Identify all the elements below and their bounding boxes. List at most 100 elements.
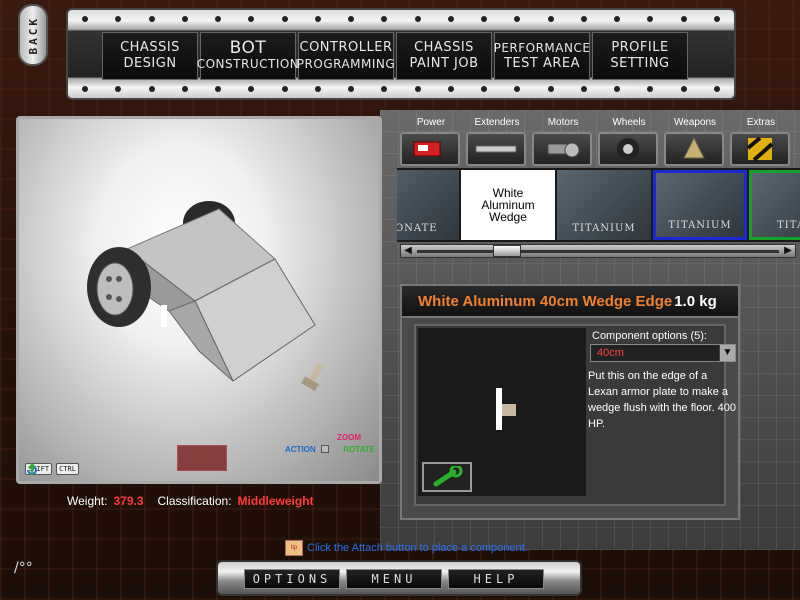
component-options-label: Component options (5):: [592, 330, 707, 342]
bottom-buttons: OPTIONS MENU HELP: [244, 569, 544, 589]
classification-label: Classification:: [157, 494, 232, 508]
component-carousel: BONATE White Aluminum Wedge TITANIUM TIT…: [397, 168, 800, 242]
category-power[interactable]: Power: [400, 116, 462, 166]
ctrl-key: CTRL: [56, 463, 79, 475]
category-label: Motors: [547, 117, 579, 128]
component-categories: Power Extenders Motors Wheels Weapons Ex…: [400, 116, 792, 166]
classification-value: Middleweight: [237, 494, 314, 508]
carousel-scrollbar[interactable]: ◀ ▶: [400, 244, 796, 258]
nav-label-line1: CONTROLLER: [299, 40, 393, 55]
component-card-label: White Aluminum Wedge: [481, 186, 535, 224]
zoom-label: ZOOM: [337, 433, 361, 442]
scroll-right-icon[interactable]: ▶: [781, 245, 795, 257]
menu-button[interactable]: MENU: [346, 569, 442, 589]
component-title: White Aluminum 40cm Wedge Edge: [418, 292, 673, 310]
component-preview: [418, 328, 586, 496]
selected-option: 40cm: [597, 347, 624, 359]
nav-label-line1: PERFORMANCE: [493, 41, 591, 55]
help-button[interactable]: HELP: [448, 569, 544, 589]
scroll-left-icon[interactable]: ◀: [401, 245, 415, 257]
category-label: Extenders: [474, 117, 520, 128]
wheel-hub: [96, 262, 134, 316]
weight-value: 379.3: [113, 494, 144, 508]
nav-label-line1: CHASSIS: [120, 40, 180, 55]
move-vertical-icon[interactable]: [25, 463, 39, 477]
battery-icon: [400, 132, 460, 166]
nav-label-line2: PROGRAMMING: [296, 57, 396, 71]
component-weight: 1.0 kg: [674, 292, 717, 310]
robot-3d-viewport[interactable]: SHIFT CTRL ZOOM ACTION ROTATE: [16, 116, 382, 484]
category-label: Power: [416, 117, 446, 128]
rotate-label: ROTATE: [343, 445, 375, 454]
nav-frame-pegs: [82, 16, 720, 22]
category-extenders[interactable]: Extenders: [466, 116, 528, 166]
tip-icon: tip: [285, 540, 303, 556]
stats-row: Weight: 379.3 Classification: Middleweig…: [67, 494, 322, 508]
view-knob[interactable]: [321, 445, 329, 453]
component-card-label: TITANIUM: [572, 223, 636, 234]
extender-bar-icon: [466, 132, 526, 166]
nav-label-line1: CHASSIS: [414, 40, 474, 55]
nav-chassis-paint-job[interactable]: CHASSIS PAINT JOB: [396, 32, 492, 80]
wheel-icon: [598, 132, 658, 166]
nav-label-line2: SETTING: [610, 56, 670, 71]
attach-button[interactable]: [422, 462, 472, 492]
corner-logo-icon: /°°: [14, 560, 33, 576]
nav-bot-construction[interactable]: BOT CONSTRUCTION: [197, 32, 299, 80]
component-card-label: TITAN: [777, 220, 800, 231]
category-motors[interactable]: Motors: [532, 116, 594, 166]
options-button[interactable]: OPTIONS: [244, 569, 340, 589]
white-bar: [161, 305, 167, 327]
component-card[interactable]: TITANIUM: [653, 170, 747, 240]
nav-label-line1: PROFILE: [611, 40, 669, 55]
nav-frame-pegs: [82, 86, 720, 92]
component-card[interactable]: BONATE: [397, 170, 459, 240]
component-card-label: TITANIUM: [668, 220, 732, 231]
category-label: Wheels: [612, 117, 646, 128]
top-navigation: CHASSIS DESIGN BOT CONSTRUCTION CONTROLL…: [66, 8, 736, 100]
category-label: Extras: [746, 117, 776, 128]
nav-performance-test-area[interactable]: PERFORMANCE TEST AREA: [494, 32, 590, 80]
component-card-label: BONATE: [397, 223, 438, 234]
nav-label-line1: BOT: [229, 38, 267, 58]
nav-profile-setting[interactable]: PROFILE SETTING: [592, 32, 688, 80]
viewport-controls: SHIFT CTRL: [25, 463, 79, 475]
component-description: Put this on the edge of a Lexan armor pl…: [588, 370, 736, 430]
nav-label-line2: TEST AREA: [503, 56, 580, 71]
nav-row: CHASSIS DESIGN BOT CONSTRUCTION CONTROLL…: [102, 32, 688, 80]
nav-label-line2: CONSTRUCTION: [196, 57, 300, 71]
hint-text: Click the Attach button to place a compo…: [307, 542, 528, 554]
nav-label-line2: PAINT JOB: [409, 56, 479, 71]
tool-thumbnail[interactable]: [177, 445, 227, 471]
hazard-stripe-icon: [730, 132, 790, 166]
scroll-track: [417, 250, 779, 253]
wrench-icon: [433, 466, 463, 487]
component-card[interactable]: TITANIUM: [557, 170, 651, 240]
component-options-select[interactable]: 40cm ▼: [590, 344, 736, 362]
detail-body: Component options (5): 40cm ▼ Put this o…: [414, 324, 736, 506]
weapon-icon: [664, 132, 724, 166]
detail-header: White Aluminum 40cm Wedge Edge 1.0 kg: [402, 286, 738, 318]
nav-chassis-design[interactable]: CHASSIS DESIGN: [102, 32, 198, 80]
floating-component: [301, 363, 324, 392]
bottom-bar: OPTIONS MENU HELP: [216, 560, 582, 596]
motor-icon: [532, 132, 592, 166]
hint-bar: tip Click the Attach button to place a c…: [285, 540, 528, 556]
category-wheels[interactable]: Wheels: [598, 116, 660, 166]
category-label: Weapons: [673, 117, 717, 128]
component-card-selected[interactable]: White Aluminum Wedge: [461, 170, 555, 240]
back-button[interactable]: BACK: [18, 4, 48, 66]
robot-model: [87, 201, 324, 392]
nav-controller-programming[interactable]: CONTROLLER PROGRAMMING: [296, 32, 396, 80]
nav-label-line2: DESIGN: [123, 56, 177, 71]
action-label: ACTION: [285, 445, 316, 454]
scroll-thumb[interactable]: [493, 245, 521, 257]
dropdown-arrow-icon[interactable]: ▼: [719, 345, 735, 361]
category-weapons[interactable]: Weapons: [664, 116, 726, 166]
back-label: BACK: [26, 15, 40, 55]
zoom-rotate-controls: ZOOM ACTION ROTATE: [285, 433, 375, 469]
component-card[interactable]: TITAN: [749, 170, 800, 240]
weight-label: Weight:: [67, 494, 108, 508]
component-detail-panel: White Aluminum 40cm Wedge Edge 1.0 kg Co…: [400, 284, 740, 520]
category-extras[interactable]: Extras: [730, 116, 792, 166]
